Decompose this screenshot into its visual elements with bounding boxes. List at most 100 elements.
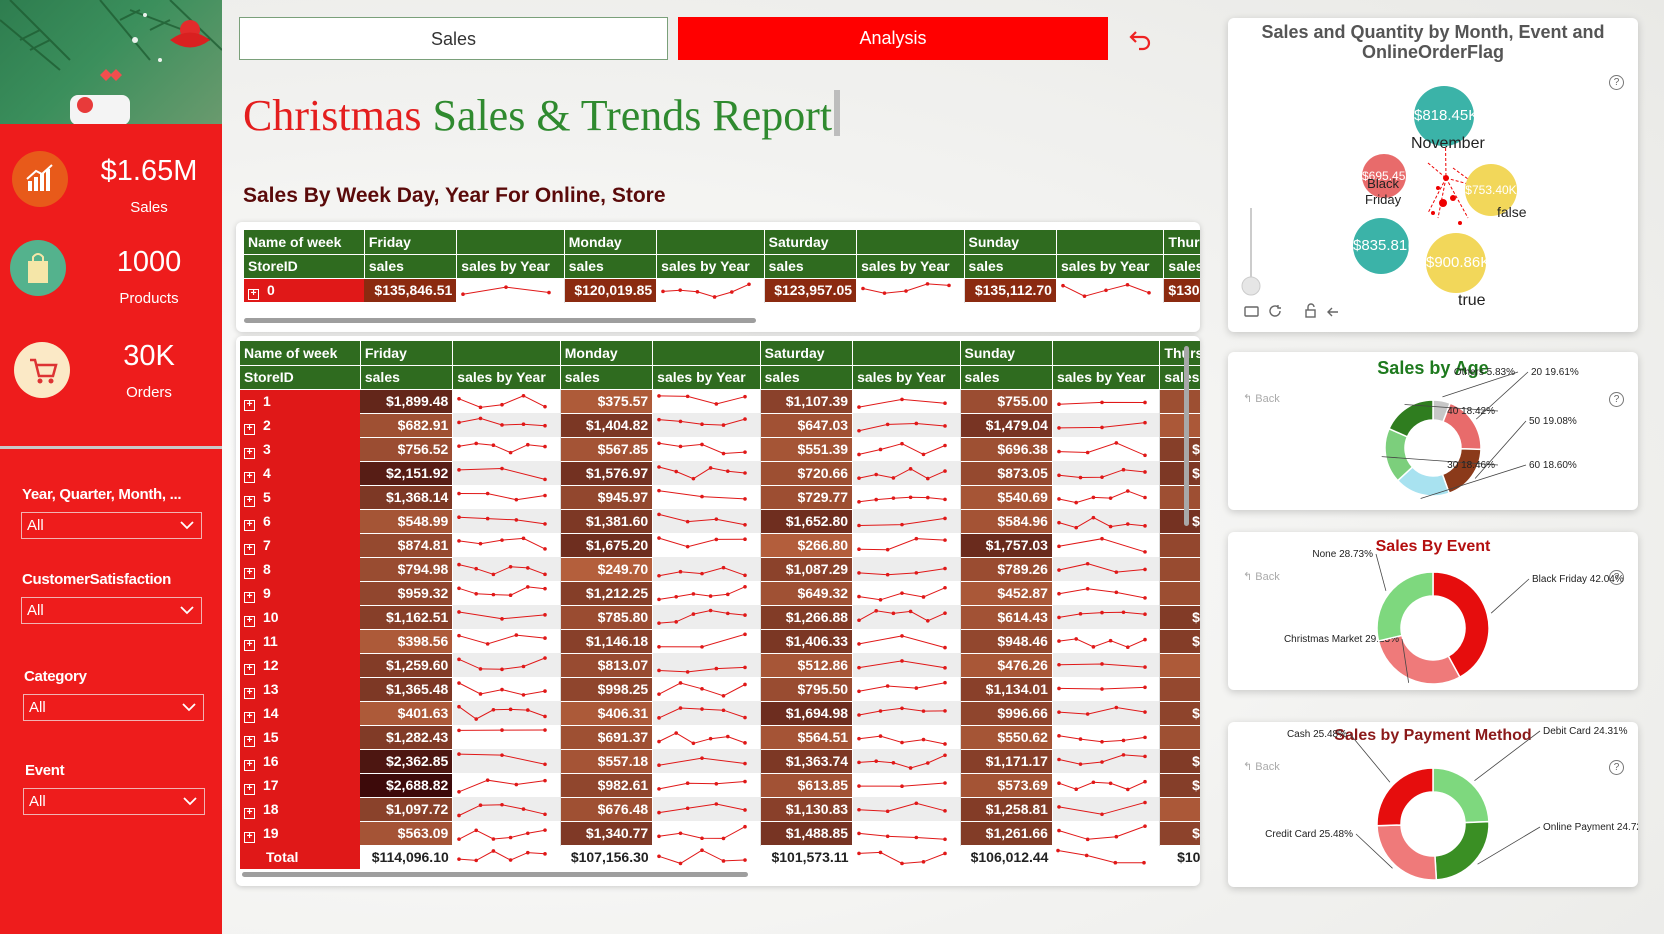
expand-icon[interactable]: +	[244, 783, 255, 795]
kpi-products: 1000 Products	[0, 236, 222, 326]
sales-by-year-sparkline-cell	[452, 677, 561, 701]
column-header: Sunday	[960, 341, 1053, 366]
sales-cell: $1,280	[1159, 605, 1200, 630]
filter-date-dropdown[interactable]: All	[21, 512, 202, 539]
kpi-orders-value: 30K	[123, 340, 175, 372]
sparkline	[457, 778, 548, 794]
store-id-cell[interactable]: +18	[240, 797, 361, 821]
expand-icon[interactable]: +	[244, 591, 255, 603]
sparkline	[1057, 637, 1147, 650]
store-id-cell[interactable]: +3	[240, 437, 361, 461]
expand-icon[interactable]: +	[244, 807, 255, 819]
store-id-cell[interactable]: +12	[240, 653, 361, 677]
filter-satisfaction-dropdown[interactable]: All	[21, 597, 202, 624]
expand-icon[interactable]: +	[244, 495, 255, 507]
store-id-cell[interactable]: +8	[240, 557, 361, 581]
store-id-cell[interactable]: +7	[240, 533, 361, 557]
filter-category-dropdown[interactable]: All	[23, 694, 204, 721]
filter-category-value: All	[29, 699, 46, 716]
donut-slice[interactable]	[1434, 820, 1490, 881]
sparkline	[457, 633, 548, 646]
donut-slice[interactable]	[1376, 571, 1434, 642]
expand-icon[interactable]: +	[244, 519, 255, 531]
sales-cell: $1,146.18	[560, 629, 654, 654]
store-id-cell[interactable]: +1	[240, 389, 361, 413]
sales-by-year-sparkline-cell	[852, 605, 961, 629]
filter-event-dropdown[interactable]: All	[23, 788, 205, 815]
expand-icon[interactable]: +	[244, 471, 255, 483]
slice-label: Others 5.83%	[1454, 367, 1515, 378]
sparkline	[861, 282, 951, 296]
sparkline	[657, 632, 747, 649]
store-id-cell[interactable]: +0	[244, 278, 365, 302]
sales-cell: $452.87	[960, 581, 1053, 606]
expand-icon[interactable]: +	[244, 687, 255, 699]
expand-icon[interactable]: +	[244, 831, 255, 843]
column-header	[652, 341, 761, 366]
undo-arrow-icon[interactable]	[1128, 26, 1154, 52]
analysis-page-button[interactable]: Analysis	[678, 17, 1108, 60]
expand-icon[interactable]: +	[244, 711, 255, 723]
sales-cell: $700	[1159, 485, 1200, 510]
table-row: +17$2,688.82$982.61$613.85$573.69$1,203	[240, 773, 1200, 798]
scatter-bubble[interactable]: $835.81K	[1353, 218, 1409, 274]
expand-icon[interactable]: +	[248, 288, 259, 300]
sparkline	[857, 781, 947, 789]
store-id-value: 3	[263, 440, 271, 457]
sales-by-year-sparkline-cell	[652, 437, 761, 461]
sales-by-year-sparkline-cell	[852, 413, 961, 437]
store-id-cell[interactable]: +16	[240, 749, 361, 773]
sales-cell: $647.03	[760, 413, 854, 438]
store-id-cell[interactable]: +17	[240, 773, 361, 797]
store-id-cell[interactable]: +10	[240, 605, 361, 629]
store-id-cell[interactable]: +13	[240, 677, 361, 701]
sales-cell: $1,134.01	[960, 677, 1053, 702]
sales-by-year-sparkline-cell	[852, 437, 961, 461]
sales-cell: $563.09	[360, 821, 454, 846]
store-id-cell[interactable]: +11	[240, 629, 361, 653]
store-id-cell[interactable]: +6	[240, 509, 361, 533]
sparkline	[657, 394, 747, 407]
store-id-value: 8	[263, 560, 271, 577]
donut-slice[interactable]	[1388, 399, 1434, 438]
sales-page-button[interactable]: Sales	[239, 17, 668, 60]
sales-by-year-sparkline-cell	[652, 389, 761, 413]
donut-slice[interactable]	[1376, 824, 1438, 881]
expand-icon[interactable]: +	[244, 735, 255, 747]
expand-icon[interactable]: +	[244, 447, 255, 459]
sales-cell: $720.66	[760, 461, 854, 486]
store-id-cell[interactable]: +4	[240, 461, 361, 485]
sparkline	[457, 802, 548, 818]
scatter-bubble[interactable]: $900.86K	[1426, 233, 1486, 293]
filter-event-label: Event	[25, 762, 65, 779]
horizontal-scrollbar[interactable]	[242, 872, 748, 877]
table-row: +3$756.52$567.85$551.39$696.38$1,186	[240, 437, 1200, 462]
sales-cell: $443	[1159, 413, 1200, 438]
store-id-cell[interactable]: +2	[240, 413, 361, 437]
sparkline	[857, 536, 947, 552]
store-id-cell[interactable]: +5	[240, 485, 361, 509]
store-id-cell[interactable]: +14	[240, 701, 361, 725]
expand-icon[interactable]: +	[244, 423, 255, 435]
store-id-cell[interactable]: +9	[240, 581, 361, 605]
store-id-cell[interactable]: +15	[240, 725, 361, 749]
sparkline	[857, 831, 947, 842]
expand-icon[interactable]: +	[244, 639, 255, 651]
expand-icon[interactable]: +	[244, 543, 255, 555]
expand-icon[interactable]: +	[244, 663, 255, 675]
sparkline	[657, 584, 747, 602]
expand-icon[interactable]: +	[244, 615, 255, 627]
sales-cell: $795.50	[760, 677, 854, 702]
vertical-scrollbar[interactable]	[1184, 346, 1189, 526]
sales-by-year-sparkline-cell	[652, 701, 761, 725]
sales-by-year-sparkline-cell	[652, 581, 761, 605]
expand-icon[interactable]: +	[244, 399, 255, 411]
expand-icon[interactable]: +	[244, 567, 255, 579]
sales-cell: $794.98	[360, 557, 454, 582]
sparkline	[457, 656, 548, 672]
store-id-cell[interactable]: +19	[240, 821, 361, 845]
visual-toolbar	[1244, 303, 1338, 318]
sales-by-year-sparkline-cell	[1052, 797, 1161, 821]
expand-icon[interactable]: +	[244, 759, 255, 771]
horizontal-scrollbar[interactable]	[244, 318, 756, 323]
